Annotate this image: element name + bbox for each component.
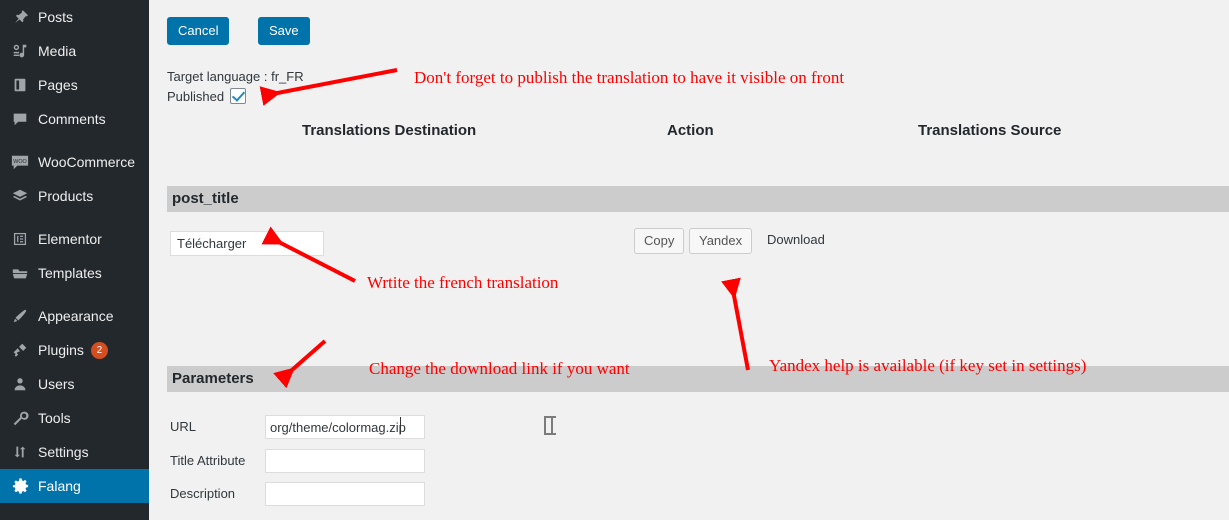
elementor-icon xyxy=(9,229,31,249)
sidebar-item-label: Posts xyxy=(38,9,74,25)
settings-icon xyxy=(9,442,31,462)
brush-icon xyxy=(9,306,31,326)
sidebar-item-label: Users xyxy=(38,376,75,392)
sidebar-item-label: Tools xyxy=(38,410,71,426)
sidebar-item-elementor[interactable]: Elementor xyxy=(0,222,149,256)
translation-destination-input[interactable] xyxy=(170,231,324,256)
templates-icon xyxy=(9,263,31,283)
user-icon xyxy=(9,374,31,394)
annotation-change-link: Change the download link if you want xyxy=(369,359,630,378)
sidebar-item-label: Products xyxy=(38,188,94,204)
column-headers: Translations Destination Action Translat… xyxy=(149,122,1229,144)
sidebar-item-label: Media xyxy=(38,43,77,59)
woo-icon: WOO xyxy=(9,152,31,172)
param-label-description: Description xyxy=(170,486,236,501)
main-content: Cancel Save Target language : fr_FR Publ… xyxy=(149,0,1229,520)
sidebar-separator xyxy=(0,213,149,222)
sidebar-separator xyxy=(0,136,149,145)
column-header-source: Translations Source xyxy=(918,122,1062,139)
yandex-button[interactable]: Yandex xyxy=(689,228,753,254)
sidebar-separator xyxy=(0,290,149,299)
sidebar-item-label: Templates xyxy=(38,265,102,281)
sidebar-item-tools[interactable]: Tools xyxy=(0,401,149,435)
sidebar-item-label: Plugins xyxy=(38,342,84,358)
cancel-button[interactable]: Cancel xyxy=(167,17,230,45)
plug-icon xyxy=(9,340,31,360)
sidebar-item-label: Comments xyxy=(38,111,106,127)
column-header-destination: Translations Destination xyxy=(302,122,477,139)
copy-button[interactable]: Copy xyxy=(634,228,685,254)
sidebar-item-media[interactable]: Media xyxy=(0,34,149,68)
sidebar-item-label: Falang xyxy=(38,478,81,494)
sidebar-item-templates[interactable]: Templates xyxy=(0,256,149,290)
param-label-url: URL xyxy=(170,419,197,434)
sidebar-item-woocommerce[interactable]: WOO WooCommerce xyxy=(0,145,149,179)
pin-icon xyxy=(9,7,31,27)
ibeam-cursor-icon xyxy=(544,416,556,435)
annotation-publish: Don't forget to publish the translation … xyxy=(414,68,845,87)
gear-icon xyxy=(9,476,31,496)
wrench-icon xyxy=(9,408,31,428)
sidebar-item-pages[interactable]: Pages xyxy=(0,68,149,102)
sidebar-item-label: Pages xyxy=(38,77,78,93)
annotation-write-translation: Wrtite the french translation xyxy=(367,273,559,292)
text-caret xyxy=(400,417,401,434)
url-input[interactable] xyxy=(265,415,425,439)
section-header-post-title: post_title xyxy=(167,186,1229,212)
sidebar-item-plugins[interactable]: Plugins 2 xyxy=(0,333,149,367)
published-row: Published xyxy=(167,88,247,104)
arrow-to-yandex xyxy=(721,277,750,371)
sidebar-item-products[interactable]: Products xyxy=(0,179,149,213)
translation-source-text: Download xyxy=(767,232,825,247)
column-header-action: Action xyxy=(667,122,714,139)
sidebar-item-users[interactable]: Users xyxy=(0,367,149,401)
sidebar-item-posts[interactable]: Posts xyxy=(0,0,149,34)
sidebar-item-settings[interactable]: Settings xyxy=(0,435,149,469)
target-language-label: Target language : fr_FR xyxy=(167,69,304,84)
section-title: Parameters xyxy=(172,370,254,387)
published-checkbox[interactable] xyxy=(230,88,247,104)
sidebar-item-label: WooCommerce xyxy=(38,154,135,170)
plugins-update-badge: 2 xyxy=(90,341,108,359)
products-icon xyxy=(9,186,31,206)
page-icon xyxy=(9,75,31,95)
annotation-yandex-help: Yandex help is available (if key set in … xyxy=(769,356,1087,375)
param-label-title-attribute: Title Attribute xyxy=(170,453,246,468)
sidebar-item-label: Appearance xyxy=(38,308,114,324)
save-button[interactable]: Save xyxy=(258,17,310,45)
sidebar-item-falang[interactable]: Falang xyxy=(0,469,149,503)
sidebar-item-appearance[interactable]: Appearance xyxy=(0,299,149,333)
sidebar-item-label: Settings xyxy=(38,444,89,460)
comment-icon xyxy=(9,109,31,129)
media-icon xyxy=(9,41,31,61)
admin-sidebar: Posts Media Pages Comments WOO WooCommer… xyxy=(0,0,149,520)
published-label: Published xyxy=(167,88,225,104)
description-input[interactable] xyxy=(265,482,425,506)
title-attribute-input[interactable] xyxy=(265,449,425,473)
sidebar-item-comments[interactable]: Comments xyxy=(0,102,149,136)
svg-text:WOO: WOO xyxy=(13,159,26,165)
section-title: post_title xyxy=(172,190,239,207)
sidebar-item-label: Elementor xyxy=(38,231,102,247)
